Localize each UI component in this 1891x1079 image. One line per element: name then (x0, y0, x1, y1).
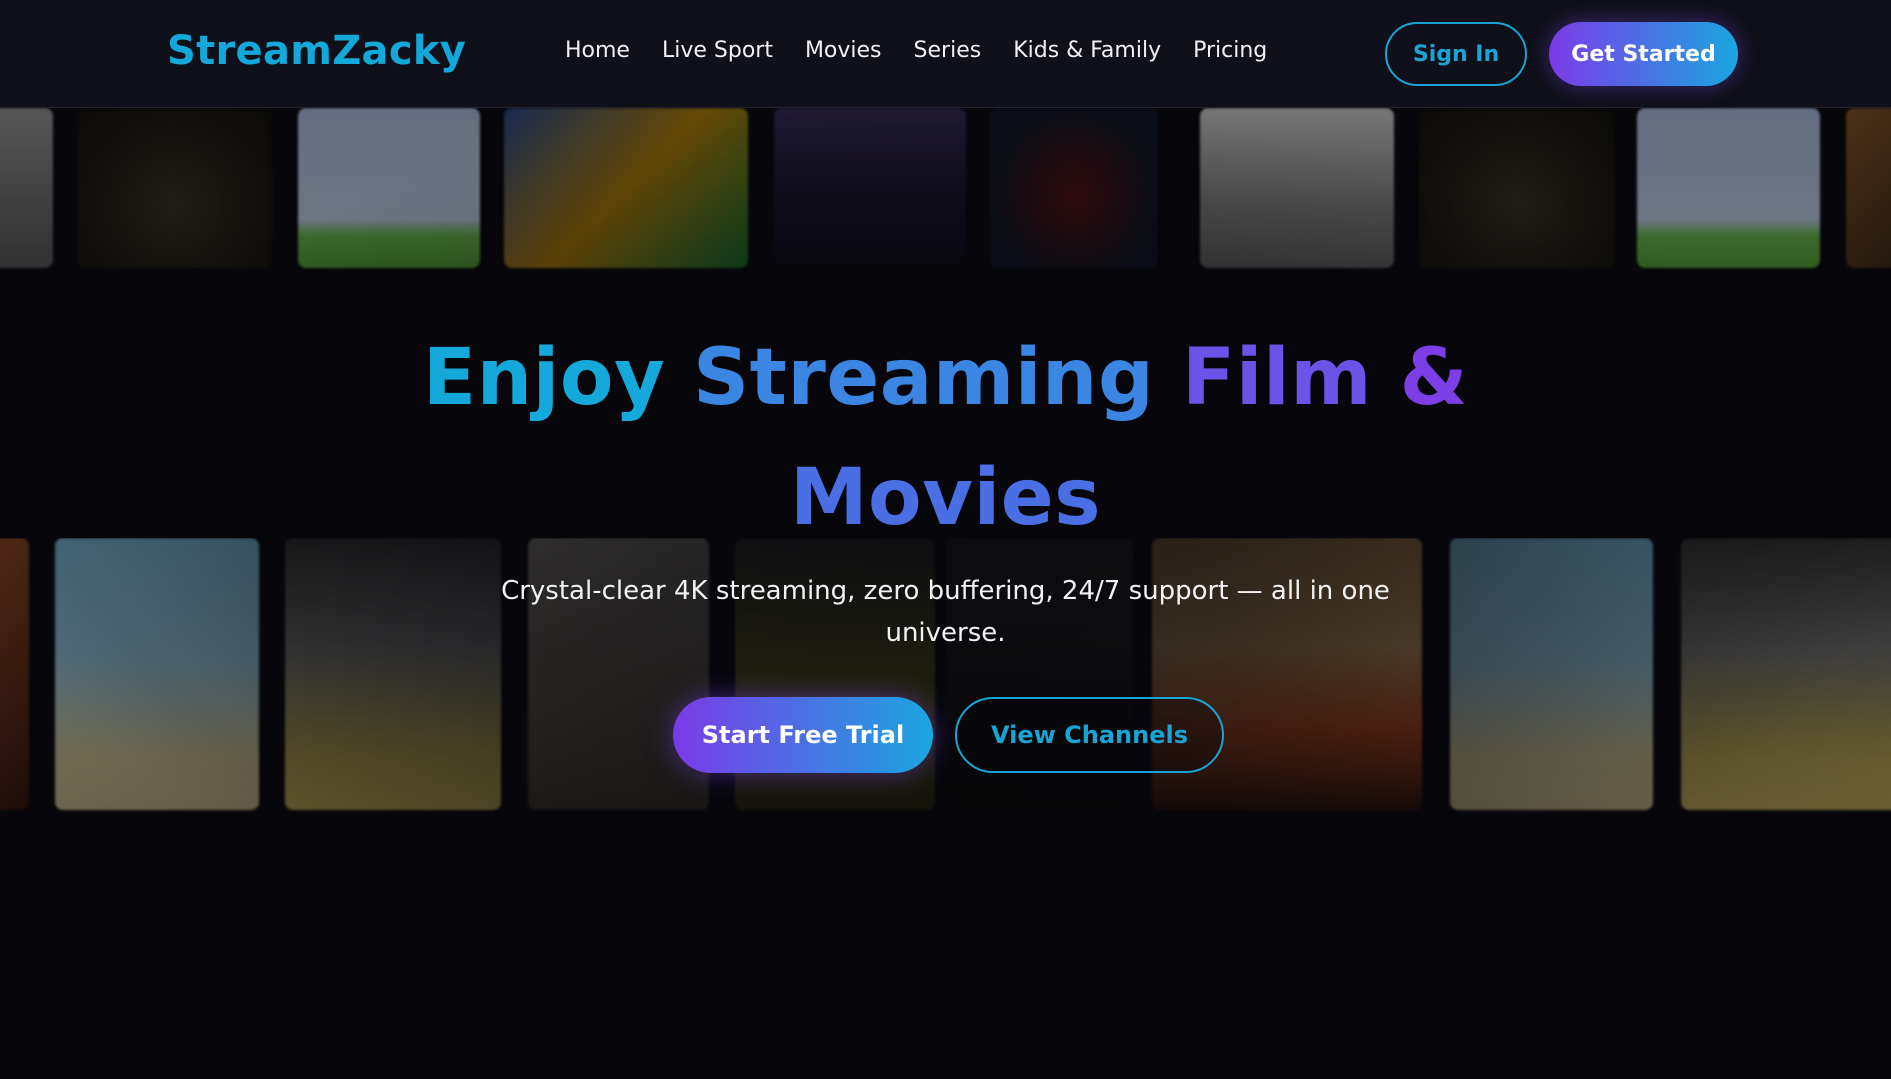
hero-subtitle: Crystal-clear 4K streaming, zero bufferi… (501, 576, 1390, 648)
poster-card[interactable] (1419, 108, 1615, 268)
get-started-button[interactable]: Get Started (1549, 22, 1738, 86)
poster-card[interactable] (990, 108, 1158, 268)
poster-card[interactable] (774, 108, 966, 268)
brand-logo[interactable]: StreamZacky (167, 28, 466, 74)
poster-card[interactable] (77, 108, 272, 268)
nav-link-movies[interactable]: Movies (805, 38, 882, 63)
hero-title-word: Streaming (692, 333, 1155, 423)
poster-row-top (0, 108, 1891, 270)
poster-card[interactable] (0, 108, 53, 268)
main-menu: Home Live Sport Movies Series Kids & Fam… (565, 38, 1299, 63)
poster-card[interactable] (504, 108, 748, 268)
start-free-trial-button[interactable]: Start Free Trial (673, 697, 933, 773)
hero-title-line-1: Enjoy Streaming Film & (0, 318, 1891, 438)
poster-card[interactable] (1846, 108, 1891, 268)
hero-title-word: Enjoy (422, 333, 666, 423)
landing-page: StreamZacky Home Live Sport Movies Serie… (0, 0, 1891, 1079)
hero-title-line-2: Movies (0, 438, 1891, 558)
hero-title-word: Movies (789, 453, 1102, 543)
hero-title: Enjoy Streaming Film & Movies (0, 318, 1891, 558)
nav-link-series[interactable]: Series (914, 38, 982, 63)
view-channels-button[interactable]: View Channels (955, 697, 1224, 773)
poster-card[interactable] (298, 108, 480, 268)
hero-title-word: Film (1181, 333, 1372, 423)
nav-link-home[interactable]: Home (565, 38, 630, 63)
top-navbar: StreamZacky Home Live Sport Movies Serie… (0, 0, 1891, 108)
poster-card[interactable] (1200, 108, 1394, 268)
sign-in-button[interactable]: Sign In (1385, 22, 1527, 86)
hero-title-word: & (1399, 333, 1469, 423)
nav-link-pricing[interactable]: Pricing (1193, 38, 1267, 63)
poster-card[interactable] (1637, 108, 1820, 268)
nav-link-kids-family[interactable]: Kids & Family (1013, 38, 1161, 63)
nav-link-live-sport[interactable]: Live Sport (662, 38, 773, 63)
